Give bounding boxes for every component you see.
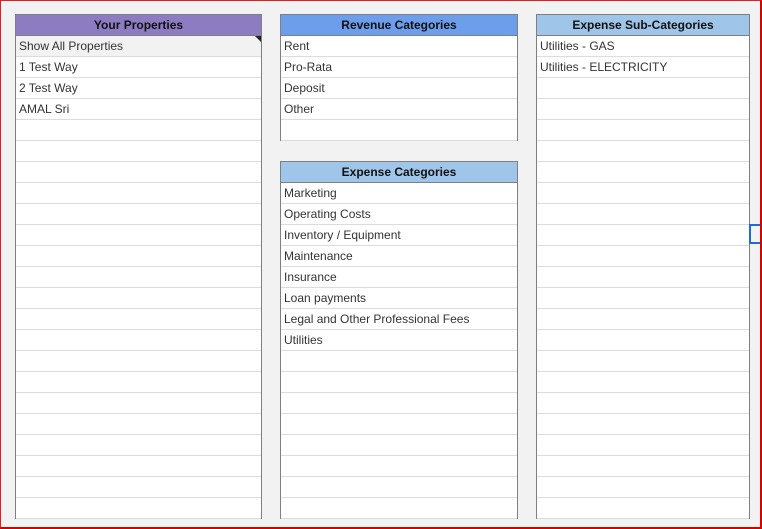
empty-row[interactable] <box>16 225 261 246</box>
empty-row[interactable] <box>281 456 517 477</box>
empty-row[interactable] <box>537 141 749 162</box>
property-item[interactable]: 2 Test Way <box>16 78 261 99</box>
empty-row[interactable] <box>537 351 749 372</box>
empty-row[interactable] <box>537 267 749 288</box>
empty-row[interactable] <box>537 414 749 435</box>
expense-item[interactable]: Inventory / Equipment <box>281 225 517 246</box>
empty-row[interactable] <box>16 141 261 162</box>
empty-row[interactable] <box>16 120 261 141</box>
revenue-item[interactable]: Deposit <box>281 78 517 99</box>
revenue-panel: Revenue Categories Rent Pro-Rata Deposit… <box>280 14 518 141</box>
expense-panel: Expense Categories Marketing Operating C… <box>280 161 518 519</box>
expense-item[interactable]: Operating Costs <box>281 204 517 225</box>
empty-row[interactable] <box>537 435 749 456</box>
empty-row[interactable] <box>16 498 261 519</box>
empty-row[interactable] <box>16 330 261 351</box>
expense-item[interactable]: Legal and Other Professional Fees <box>281 309 517 330</box>
empty-row[interactable] <box>16 456 261 477</box>
empty-row[interactable] <box>537 372 749 393</box>
revenue-header: Revenue Categories <box>281 15 517 36</box>
subcategories-panel: Expense Sub-Categories Utilities - GAS U… <box>536 14 750 519</box>
empty-row[interactable] <box>16 162 261 183</box>
empty-row[interactable] <box>16 414 261 435</box>
empty-row[interactable] <box>281 435 517 456</box>
empty-row[interactable] <box>537 225 749 246</box>
empty-row[interactable] <box>16 183 261 204</box>
revenue-item[interactable]: Rent <box>281 36 517 57</box>
empty-row[interactable] <box>537 78 749 99</box>
revenue-item[interactable]: Other <box>281 99 517 120</box>
properties-list: Show All Properties 1 Test Way 2 Test Wa… <box>16 36 261 519</box>
properties-header: Your Properties <box>16 15 261 36</box>
expense-item[interactable]: Maintenance <box>281 246 517 267</box>
property-item[interactable]: 1 Test Way <box>16 57 261 78</box>
subcategory-item[interactable]: Utilities - ELECTRICITY <box>537 57 749 78</box>
empty-row[interactable] <box>16 204 261 225</box>
empty-row[interactable] <box>281 477 517 498</box>
property-item[interactable]: Show All Properties <box>16 36 261 57</box>
empty-row[interactable] <box>281 351 517 372</box>
empty-row[interactable] <box>537 456 749 477</box>
revenue-list: Rent Pro-Rata Deposit Other <box>281 36 517 141</box>
subcategories-list: Utilities - GAS Utilities - ELECTRICITY <box>537 36 749 519</box>
subcategory-item[interactable]: Utilities - GAS <box>537 36 749 57</box>
expense-item[interactable]: Utilities <box>281 330 517 351</box>
expense-item[interactable]: Marketing <box>281 183 517 204</box>
revenue-item[interactable]: Pro-Rata <box>281 57 517 78</box>
empty-row[interactable] <box>281 393 517 414</box>
expense-item[interactable]: Insurance <box>281 267 517 288</box>
empty-row[interactable] <box>537 498 749 519</box>
empty-row[interactable] <box>281 498 517 519</box>
subcategories-header: Expense Sub-Categories <box>537 15 749 36</box>
empty-row[interactable] <box>16 477 261 498</box>
expense-header: Expense Categories <box>281 162 517 183</box>
empty-row[interactable] <box>537 120 749 141</box>
empty-row[interactable] <box>537 204 749 225</box>
empty-row[interactable] <box>537 162 749 183</box>
expense-item[interactable]: Loan payments <box>281 288 517 309</box>
empty-row[interactable] <box>16 435 261 456</box>
empty-row[interactable] <box>537 477 749 498</box>
empty-row[interactable] <box>281 372 517 393</box>
empty-row[interactable] <box>281 120 517 141</box>
empty-row[interactable] <box>16 351 261 372</box>
empty-row[interactable] <box>16 372 261 393</box>
empty-row[interactable] <box>537 309 749 330</box>
empty-row[interactable] <box>537 330 749 351</box>
empty-row[interactable] <box>537 183 749 204</box>
empty-row[interactable] <box>281 414 517 435</box>
property-item[interactable]: AMAL Sri <box>16 99 261 120</box>
empty-row[interactable] <box>16 309 261 330</box>
empty-row[interactable] <box>16 288 261 309</box>
empty-row[interactable] <box>537 246 749 267</box>
empty-row[interactable] <box>16 267 261 288</box>
empty-row[interactable] <box>537 288 749 309</box>
expense-list: Marketing Operating Costs Inventory / Eq… <box>281 183 517 519</box>
empty-row[interactable] <box>16 246 261 267</box>
empty-row[interactable] <box>16 393 261 414</box>
empty-row[interactable] <box>537 393 749 414</box>
empty-row[interactable] <box>537 99 749 120</box>
cell-selection-cursor <box>749 224 762 244</box>
dropdown-corner-icon <box>255 36 261 42</box>
properties-panel: Your Properties Show All Properties 1 Te… <box>15 14 262 519</box>
